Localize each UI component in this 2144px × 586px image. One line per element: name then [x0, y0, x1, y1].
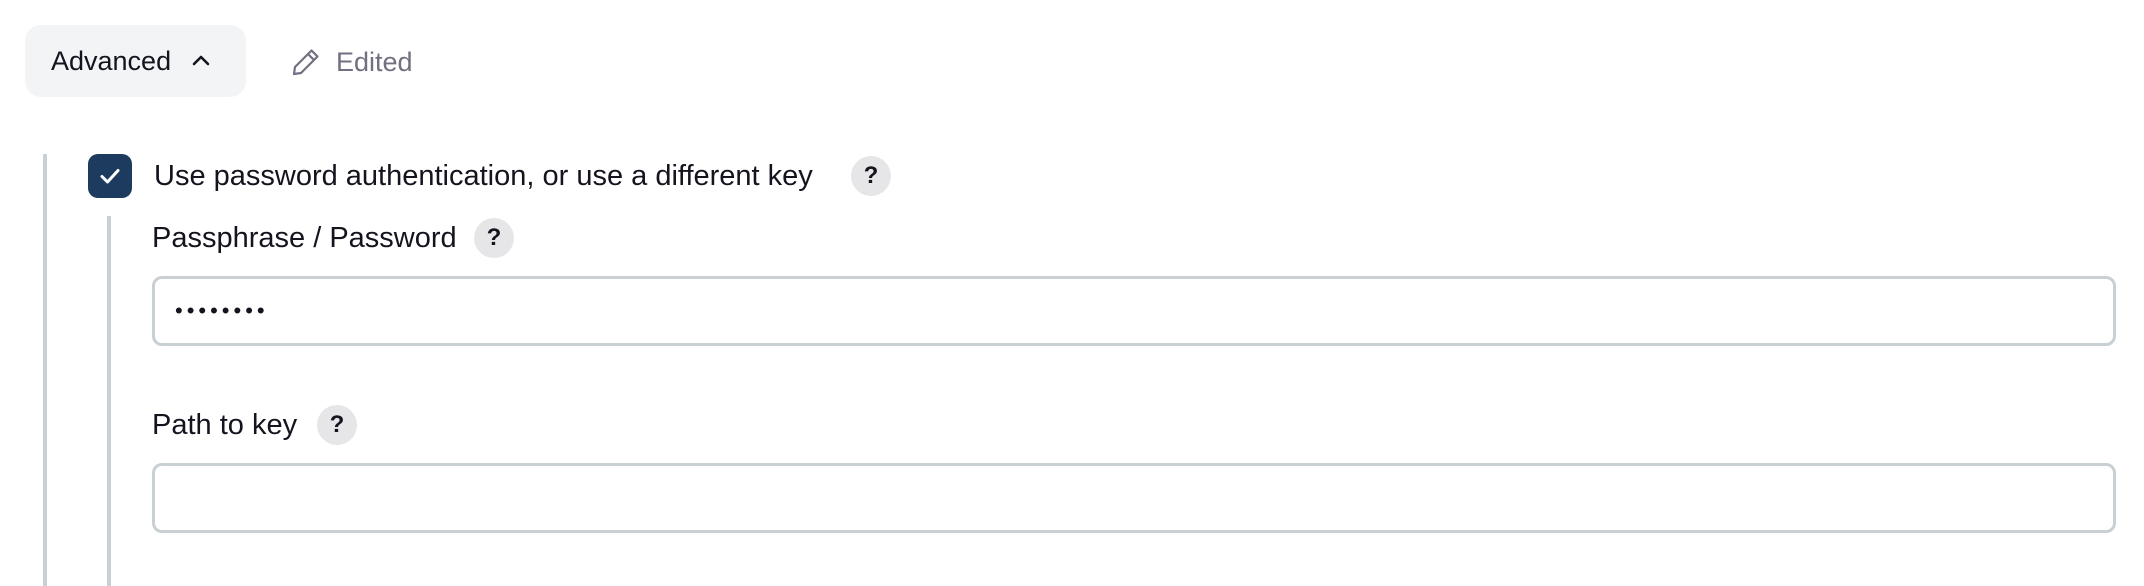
- path-to-key-label: Path to key: [152, 409, 298, 441]
- use-password-auth-checkbox[interactable]: [88, 154, 132, 198]
- path-to-key-input[interactable]: [152, 463, 2116, 533]
- help-icon-passphrase[interactable]: ?: [474, 218, 514, 258]
- edited-label: Edited: [336, 46, 413, 77]
- inner-indent-rail: [107, 216, 111, 586]
- passphrase-label: Passphrase / Password: [152, 222, 457, 254]
- advanced-label: Advanced: [51, 45, 172, 76]
- help-icon-path-to-key[interactable]: ?: [317, 405, 357, 445]
- checkmark-icon: [100, 169, 120, 184]
- help-icon-auth-option[interactable]: ?: [851, 156, 891, 196]
- pencil-icon: [290, 46, 322, 78]
- advanced-section: Advanced Edited Use password authenticat…: [0, 0, 2144, 586]
- chevron-up-icon: [189, 49, 213, 73]
- advanced-toggle-button[interactable]: Advanced: [25, 25, 246, 97]
- edited-indicator: Edited: [290, 44, 413, 80]
- use-password-auth-label[interactable]: Use password authentication, or use a di…: [154, 158, 813, 194]
- passphrase-input[interactable]: [152, 276, 2116, 346]
- outer-indent-rail: [43, 154, 47, 586]
